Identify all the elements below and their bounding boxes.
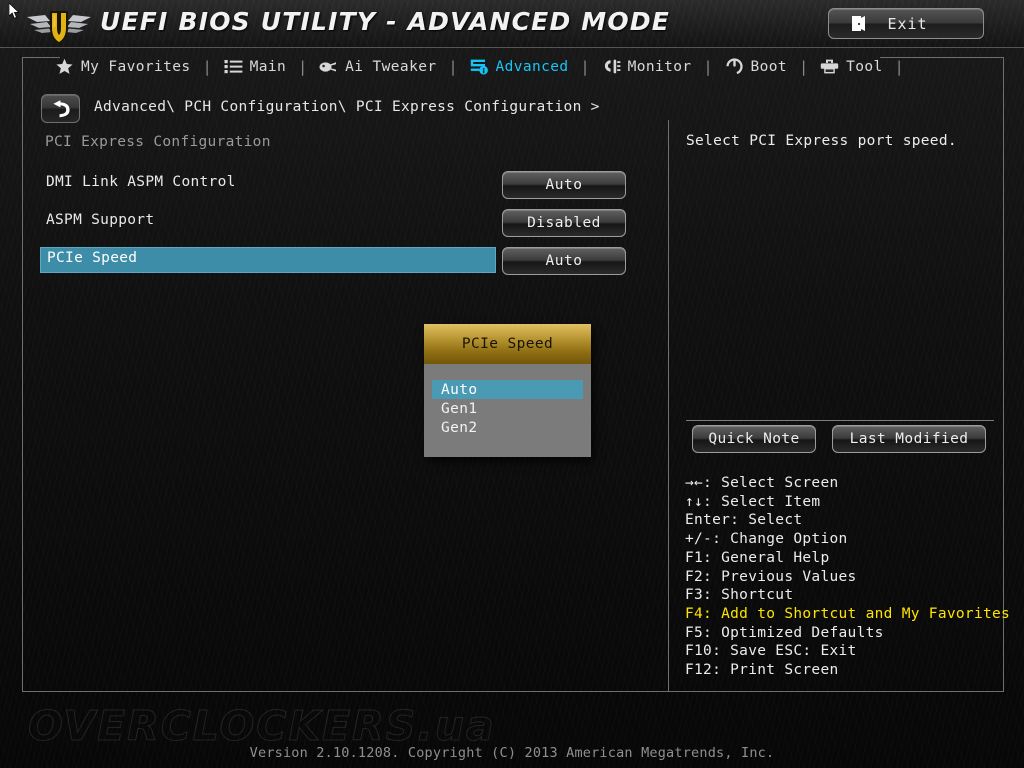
setting-value-dmi-link-aspm-control[interactable]: Auto xyxy=(502,171,626,199)
toolbox-icon xyxy=(820,59,839,74)
setting-label: PCIe Speed xyxy=(47,250,138,266)
tab-main-label: Main xyxy=(249,58,287,75)
tab-ai-tweaker[interactable]: Ai Tweaker xyxy=(316,52,439,82)
dropdown-option-gen2[interactable]: Gen2 xyxy=(432,418,583,437)
last-modified-button[interactable]: Last Modified xyxy=(832,425,986,453)
shortcut-f12-print-screen: F12: Print Screen xyxy=(685,662,839,679)
pcie-speed-dropdown: PCIe Speed Auto Gen1 Gen2 xyxy=(424,324,591,457)
help-text: Select PCI Express port speed. xyxy=(686,133,957,149)
exit-door-icon xyxy=(852,16,865,31)
tab-monitor[interactable]: Monitor xyxy=(599,52,695,82)
mouse-pointer-cursor-icon xyxy=(9,3,20,19)
footer-version-text: Version 2.10.1208. Copyright (C) 2013 Am… xyxy=(249,745,775,761)
nav-separator: | xyxy=(580,57,590,76)
nav-separator: | xyxy=(894,57,904,76)
header-bar: UEFI BIOS UTILITY - ADVANCED MODE Exit xyxy=(0,0,1024,48)
setting-value-pcie-speed[interactable]: Auto xyxy=(502,247,626,275)
nav-separator: | xyxy=(448,57,458,76)
tab-monitor-label: Monitor xyxy=(627,58,692,75)
quick-note-button[interactable]: Quick Note xyxy=(692,425,816,453)
shortcut-f10-save-esc-exit: F10: Save ESC: Exit xyxy=(685,643,857,660)
dropdown-title: PCIe Speed xyxy=(424,324,591,364)
panel-divider xyxy=(668,120,669,692)
tab-boot[interactable]: Boot xyxy=(722,52,791,82)
dropdown-options-list: Auto Gen1 Gen2 xyxy=(424,364,591,457)
power-icon xyxy=(725,58,743,75)
frame-top-right-edge xyxy=(880,57,1004,58)
breadcrumb: Advanced\ PCH Configuration\ PCI Express… xyxy=(94,99,600,115)
keyboard-shortcuts-legend: →←: Select Screen ↑↓: Select Item Enter:… xyxy=(685,474,1011,680)
tuf-shield-wings-logo-icon xyxy=(27,11,91,44)
shortcut-f2-previous-values: F2: Previous Values xyxy=(685,568,857,585)
tab-advanced-label: Advanced xyxy=(495,58,569,75)
tab-ai-tweaker-label: Ai Tweaker xyxy=(345,58,437,75)
help-separator xyxy=(686,420,994,421)
setting-row-pcie-speed[interactable]: PCIe Speed xyxy=(40,247,496,273)
shortcut-change-option: +/-: Change Option xyxy=(685,531,848,548)
shortcut-enter-select: Enter: Select xyxy=(685,512,803,529)
exit-button-label: Exit xyxy=(887,14,928,33)
overclockers-watermark: OVERCLOCKERS.ua xyxy=(28,702,496,751)
shortcut-f1-general-help: F1: General Help xyxy=(685,549,830,566)
thermometer-icon xyxy=(604,59,620,74)
nav-separator: | xyxy=(202,57,212,76)
back-arrow-icon xyxy=(53,100,70,118)
star-icon xyxy=(56,58,73,74)
list-icon xyxy=(224,60,242,74)
nav-separator: | xyxy=(703,57,713,76)
nav-tabs: My Favorites | Main | Ai Tweaker | Advan… xyxy=(0,49,1024,84)
advanced-info-icon xyxy=(470,59,488,75)
tab-advanced[interactable]: Advanced xyxy=(467,52,572,82)
setting-label: ASPM Support xyxy=(46,212,155,228)
tab-tool[interactable]: Tool xyxy=(817,52,886,82)
tab-main[interactable]: Main xyxy=(221,52,290,82)
back-button[interactable] xyxy=(41,94,80,123)
tab-boot-label: Boot xyxy=(750,58,788,75)
frame-top-left-edge xyxy=(22,57,60,58)
exit-button[interactable]: Exit xyxy=(828,8,984,39)
shortcut-select-screen: →←: Select Screen xyxy=(685,475,839,491)
setting-value-aspm-support[interactable]: Disabled xyxy=(502,209,626,237)
section-title: PCI Express Configuration xyxy=(45,134,271,150)
shortcut-f5-optimized-defaults: F5: Optimized Defaults xyxy=(685,624,884,641)
tab-my-favorites-label: My Favorites xyxy=(81,58,191,75)
tweaker-knob-icon xyxy=(319,62,337,72)
nav-separator: | xyxy=(799,57,809,76)
shortcut-select-item: ↑↓: Select Item xyxy=(685,493,821,510)
dropdown-option-auto[interactable]: Auto xyxy=(432,380,583,399)
shortcut-f4-add-to-shortcut: F4: Add to Shortcut and My Favorites xyxy=(685,605,1011,622)
bios-screen: UEFI BIOS UTILITY - ADVANCED MODE Exit M… xyxy=(0,0,1024,768)
page-title: UEFI BIOS UTILITY - ADVANCED MODE xyxy=(100,7,671,36)
dropdown-option-gen1[interactable]: Gen1 xyxy=(432,399,583,418)
setting-label: DMI Link ASPM Control xyxy=(46,174,236,190)
nav-separator: | xyxy=(298,57,308,76)
shortcut-f3-shortcut: F3: Shortcut xyxy=(685,587,794,604)
tab-my-favorites[interactable]: My Favorites xyxy=(52,52,194,82)
tab-tool-label: Tool xyxy=(846,58,883,75)
